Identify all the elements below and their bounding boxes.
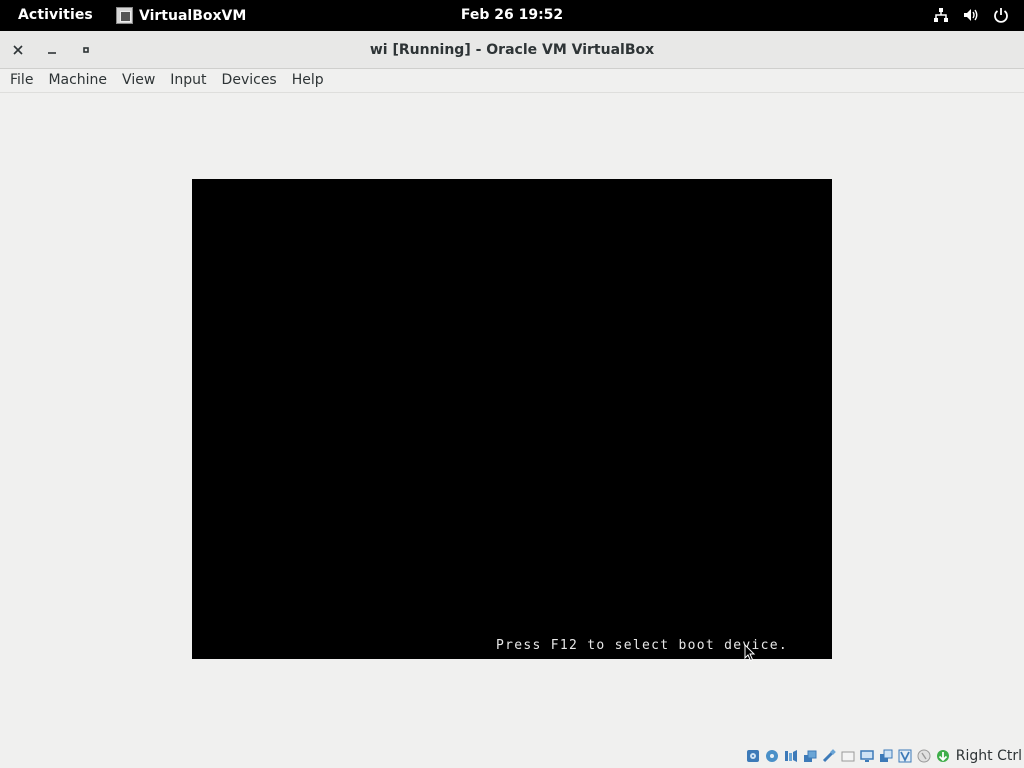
display-icon[interactable] — [859, 748, 875, 764]
volume-icon[interactable] — [962, 6, 980, 24]
system-tray[interactable] — [932, 6, 1010, 24]
close-window-button[interactable] — [7, 39, 29, 61]
vm-status-bar: Right Ctrl — [745, 744, 1024, 768]
menu-devices[interactable]: Devices — [216, 69, 283, 93]
power-icon[interactable] — [992, 6, 1010, 24]
usb-icon[interactable] — [821, 748, 837, 764]
mouse-cursor-icon — [744, 644, 756, 662]
audio-icon[interactable] — [783, 748, 799, 764]
mouse-integration-icon[interactable] — [916, 748, 932, 764]
close-icon — [13, 45, 23, 55]
gnome-top-bar: Activities VirtualBoxVM Feb 26 19:52 — [0, 0, 1024, 31]
app-menu-label: VirtualBoxVM — [139, 7, 247, 24]
app-menu[interactable]: VirtualBoxVM — [116, 7, 246, 24]
video-capture-icon[interactable] — [878, 748, 894, 764]
host-key-label[interactable]: Right Ctrl — [956, 748, 1022, 764]
menu-machine[interactable]: Machine — [42, 69, 113, 93]
hard-disk-icon[interactable] — [745, 748, 761, 764]
virtualbox-app-icon — [116, 7, 133, 24]
minimize-icon — [48, 52, 56, 54]
maximize-icon — [83, 47, 89, 53]
shared-folders-icon[interactable] — [840, 748, 856, 764]
keyboard-capture-icon[interactable] — [935, 748, 951, 764]
maximize-window-button[interactable] — [75, 39, 97, 61]
network-icon[interactable] — [932, 6, 950, 24]
menu-file[interactable]: File — [4, 69, 39, 93]
menu-bar: File Machine View Input Devices Help — [0, 69, 1024, 93]
activities-button[interactable]: Activities — [18, 7, 93, 23]
virtualization-icon[interactable] — [897, 748, 913, 764]
menu-view[interactable]: View — [116, 69, 161, 93]
window-title: wi [Running] - Oracle VM VirtualBox — [369, 42, 655, 58]
clock[interactable]: Feb 26 19:52 — [461, 7, 563, 23]
minimize-window-button[interactable] — [41, 39, 63, 61]
menu-input[interactable]: Input — [164, 69, 212, 93]
network-adapter-icon[interactable] — [802, 748, 818, 764]
menu-help[interactable]: Help — [286, 69, 330, 93]
optical-drive-icon[interactable] — [764, 748, 780, 764]
window-title-bar[interactable]: wi [Running] - Oracle VM VirtualBox — [0, 31, 1024, 69]
vm-display[interactable]: Press F12 to select boot device. — [192, 179, 832, 662]
